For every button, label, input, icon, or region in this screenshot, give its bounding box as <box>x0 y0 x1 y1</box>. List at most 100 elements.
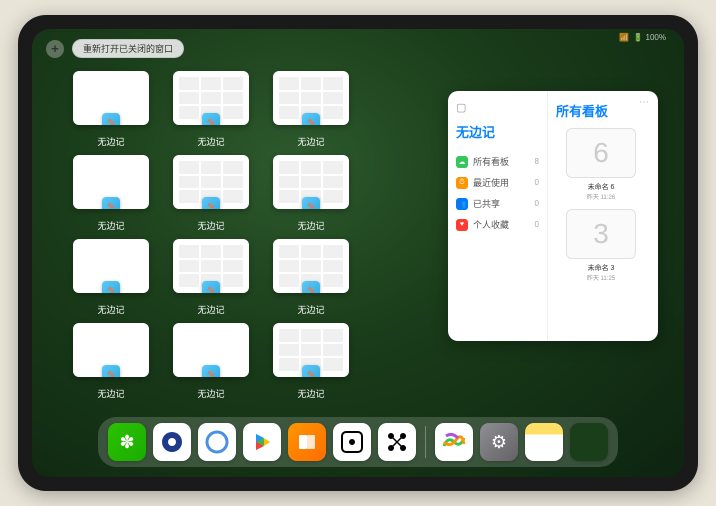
battery-icon: 🔋 100% <box>633 33 666 42</box>
dock-freeform-icon[interactable] <box>435 423 473 461</box>
freeform-app-icon <box>202 365 220 377</box>
dock-books-icon[interactable] <box>288 423 326 461</box>
sidebar-item-2[interactable]: 👥 已共享 0 <box>456 193 539 214</box>
dock-wechat-icon[interactable]: ✽ <box>108 423 146 461</box>
panel-right: ⋯ 所有看板 6 未命名 6昨天 11:26 3 未命名 3昨天 11:25 <box>548 91 658 341</box>
dock-quark-icon[interactable] <box>198 423 236 461</box>
window-thumbnail[interactable] <box>73 155 149 209</box>
top-controls: + 重新打开已关闭的窗口 <box>46 39 184 58</box>
window-thumbnail[interactable] <box>73 71 149 125</box>
app-window-1[interactable]: 无边记 <box>170 71 252 149</box>
sidebar-item-0[interactable]: ☁ 所有看板 8 <box>456 151 539 172</box>
sidebar-item-3[interactable]: ♥ 个人收藏 0 <box>456 214 539 235</box>
board-thumbnail: 3 <box>566 209 636 259</box>
sidebar-item-count: 8 <box>535 157 539 166</box>
freeform-app-icon <box>102 113 120 125</box>
board-timestamp: 昨天 11:25 <box>556 273 646 282</box>
dock-qq-browser-icon[interactable] <box>153 423 191 461</box>
app-window-label: 无边记 <box>97 135 124 148</box>
window-thumbnail[interactable] <box>173 155 249 209</box>
panel-app-title: 无边记 <box>456 122 539 141</box>
sidebar-item-count: 0 <box>535 178 539 187</box>
app-window-label: 无边记 <box>197 219 224 232</box>
sidebar-item-count: 0 <box>535 220 539 229</box>
app-switcher-grid: 无边记无边记无边记无边记无边记无边记无边记无边记无边记无边记无边记无边记 <box>70 71 452 401</box>
dock-notes-icon[interactable] <box>525 423 563 461</box>
app-window-14[interactable]: 无边记 <box>270 323 352 401</box>
freeform-app-icon <box>202 113 220 125</box>
freeform-app-icon <box>302 113 320 125</box>
window-thumbnail[interactable] <box>73 239 149 293</box>
dock: ✽⚙ <box>98 417 618 467</box>
app-window-label: 无边记 <box>297 387 324 400</box>
dock-separator <box>425 426 426 458</box>
freeform-app-icon <box>102 281 120 293</box>
board-card-0[interactable]: 6 未命名 6昨天 11:26 <box>556 128 646 201</box>
freeform-app-icon <box>302 281 320 293</box>
status-bar: 📶 🔋 100% <box>619 33 666 42</box>
freeform-app-icon <box>202 281 220 293</box>
board-timestamp: 昨天 11:26 <box>556 192 646 201</box>
app-window-5[interactable]: 无边记 <box>170 155 252 233</box>
dock-dice-icon[interactable] <box>333 423 371 461</box>
app-window-9[interactable]: 无边记 <box>170 239 252 317</box>
board-thumbnail: 6 <box>566 128 636 178</box>
freeform-app-icon <box>102 197 120 209</box>
app-window-label: 无边记 <box>297 219 324 232</box>
freeform-app-icon <box>302 197 320 209</box>
freeform-sidebar-panel[interactable]: ▢ 无边记 ☁ 所有看板 8 ⏱ 最近使用 0 👥 已共享 0 ♥ 个人收藏 0 ⋯ 所有看板 6 未命… <box>448 91 658 341</box>
freeform-app-icon <box>302 365 320 377</box>
window-thumbnail[interactable] <box>173 239 249 293</box>
window-thumbnail[interactable] <box>273 155 349 209</box>
sidebar-toggle-icon[interactable]: ▢ <box>456 101 539 114</box>
freeform-app-icon <box>102 365 120 377</box>
app-window-0[interactable]: 无边记 <box>70 71 152 149</box>
ipad-frame: 📶 🔋 100% + 重新打开已关闭的窗口 无边记无边记无边记无边记无边记无边记… <box>18 15 698 491</box>
app-window-13[interactable]: 无边记 <box>170 323 252 401</box>
app-window-label: 无边记 <box>197 135 224 148</box>
app-window-label: 无边记 <box>297 303 324 316</box>
freeform-app-icon <box>202 197 220 209</box>
window-thumbnail[interactable] <box>273 239 349 293</box>
app-window-10[interactable]: 无边记 <box>270 239 352 317</box>
sidebar-item-icon: ♥ <box>456 219 468 231</box>
dock-connect-icon[interactable] <box>378 423 416 461</box>
sidebar-item-1[interactable]: ⏱ 最近使用 0 <box>456 172 539 193</box>
window-thumbnail[interactable] <box>173 323 249 377</box>
panel-left: ▢ 无边记 ☁ 所有看板 8 ⏱ 最近使用 0 👥 已共享 0 ♥ 个人收藏 0 <box>448 91 548 341</box>
window-thumbnail[interactable] <box>273 71 349 125</box>
more-icon[interactable]: ⋯ <box>639 97 650 108</box>
dock-settings-icon[interactable]: ⚙ <box>480 423 518 461</box>
board-name: 未命名 6 <box>556 182 646 192</box>
wifi-icon: 📶 <box>619 33 629 42</box>
sidebar-item-label: 所有看板 <box>473 155 509 168</box>
reopen-closed-window-button[interactable]: 重新打开已关闭的窗口 <box>72 39 184 58</box>
sidebar-item-icon: 👥 <box>456 198 468 210</box>
window-thumbnail[interactable] <box>73 323 149 377</box>
board-card-1[interactable]: 3 未命名 3昨天 11:25 <box>556 209 646 282</box>
app-window-label: 无边记 <box>297 135 324 148</box>
dock-play-icon[interactable] <box>243 423 281 461</box>
sidebar-item-icon: ⏱ <box>456 177 468 189</box>
app-window-12[interactable]: 无边记 <box>70 323 152 401</box>
app-window-2[interactable]: 无边记 <box>270 71 352 149</box>
window-thumbnail[interactable] <box>273 323 349 377</box>
dock-app-library-icon[interactable] <box>570 423 608 461</box>
sidebar-item-count: 0 <box>535 199 539 208</box>
app-window-label: 无边记 <box>97 387 124 400</box>
sidebar-item-icon: ☁ <box>456 156 468 168</box>
sidebar-item-label: 最近使用 <box>473 176 509 189</box>
panel-section-title: 所有看板 <box>556 101 650 120</box>
app-window-label: 无边记 <box>97 219 124 232</box>
board-name: 未命名 3 <box>556 263 646 273</box>
app-window-label: 无边记 <box>197 303 224 316</box>
app-window-label: 无边记 <box>197 387 224 400</box>
app-window-6[interactable]: 无边记 <box>270 155 352 233</box>
app-window-8[interactable]: 无边记 <box>70 239 152 317</box>
sidebar-item-label: 已共享 <box>473 197 500 210</box>
ipad-screen: 📶 🔋 100% + 重新打开已关闭的窗口 无边记无边记无边记无边记无边记无边记… <box>32 29 684 477</box>
app-window-4[interactable]: 无边记 <box>70 155 152 233</box>
sidebar-item-label: 个人收藏 <box>473 218 509 231</box>
window-thumbnail[interactable] <box>173 71 249 125</box>
new-window-button[interactable]: + <box>46 40 64 58</box>
